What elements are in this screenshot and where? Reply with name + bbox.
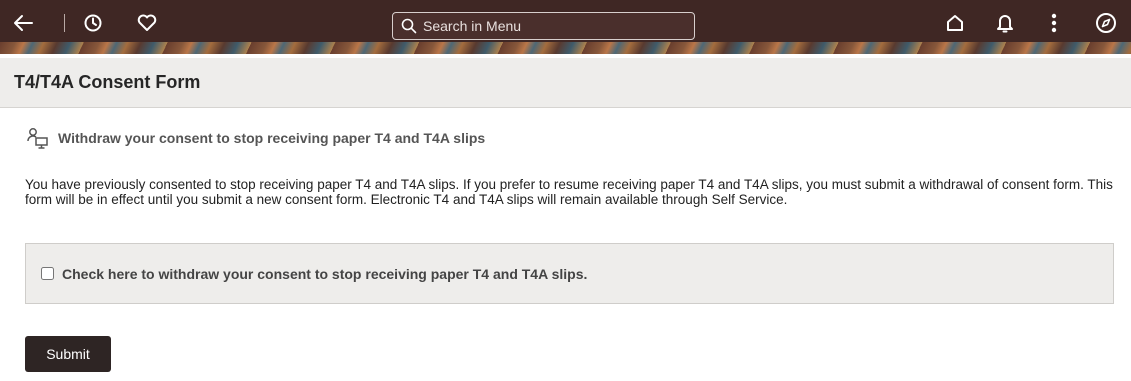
person-computer-icon — [26, 126, 50, 150]
submit-button[interactable]: Submit — [25, 336, 111, 372]
navigator-compass-icon[interactable] — [1094, 10, 1118, 36]
section-heading-text: Withdraw your consent to stop receiving … — [58, 130, 486, 146]
consent-description: You have previously consented to stop re… — [25, 177, 1113, 207]
page-title-bar: T4/T4A Consent Form — [0, 58, 1131, 108]
search-input[interactable] — [423, 18, 683, 34]
search-icon — [401, 18, 417, 34]
withdraw-consent-label[interactable]: Check here to withdraw your consent to s… — [62, 266, 587, 282]
search-box[interactable] — [392, 12, 695, 40]
consent-checkbox-panel: Check here to withdraw your consent to s… — [25, 243, 1114, 304]
favorites-heart-icon[interactable] — [136, 10, 158, 36]
more-vertical-icon[interactable] — [1046, 10, 1062, 36]
top-navigation-bar — [0, 0, 1131, 54]
page-title: T4/T4A Consent Form — [14, 72, 201, 92]
section-heading: Withdraw your consent to stop receiving … — [26, 126, 485, 150]
withdraw-consent-checkbox[interactable] — [41, 267, 54, 280]
header-decorative-pattern — [0, 42, 1131, 54]
back-arrow-icon[interactable] — [10, 10, 36, 36]
home-icon[interactable] — [944, 10, 966, 36]
history-icon[interactable] — [82, 10, 104, 36]
header-divider — [64, 14, 65, 32]
notifications-bell-icon[interactable] — [994, 10, 1016, 36]
